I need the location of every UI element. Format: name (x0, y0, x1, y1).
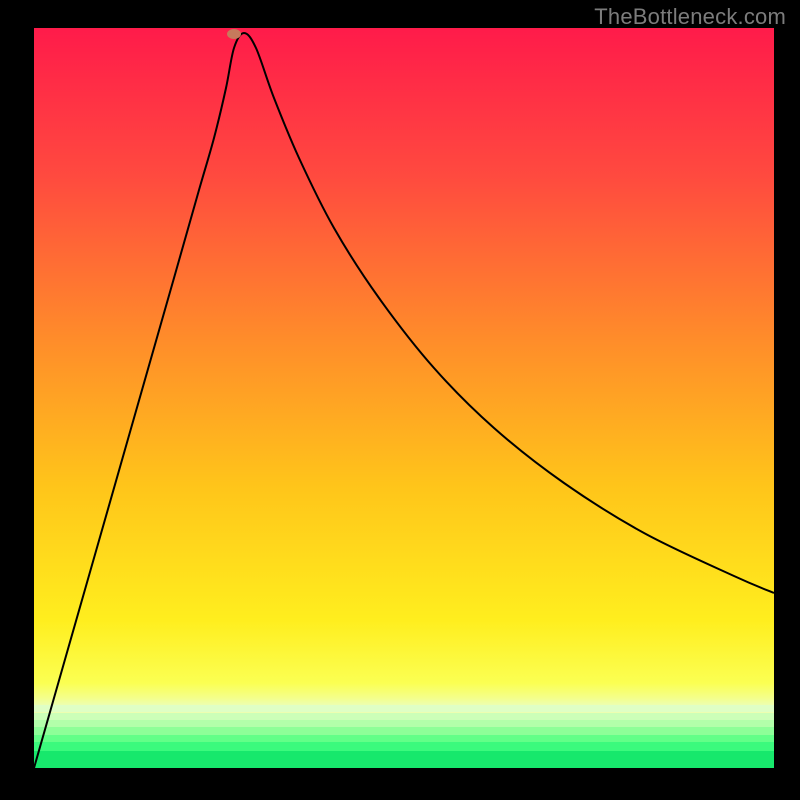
watermark-text: TheBottleneck.com (594, 4, 786, 30)
chart-stage: TheBottleneck.com (0, 0, 800, 800)
minimum-marker (227, 29, 241, 39)
bottleneck-curve (34, 28, 774, 768)
curve-path (34, 33, 774, 768)
plot-area (34, 28, 774, 768)
